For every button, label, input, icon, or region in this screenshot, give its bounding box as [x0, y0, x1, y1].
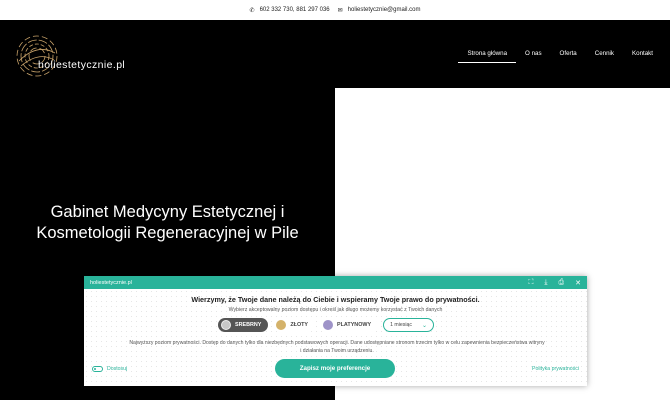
description-line-1: Najwyższy poziom prywatności. Dostęp do …: [129, 340, 545, 346]
toggle-icon: [92, 366, 103, 372]
chevron-down-icon: ⌄: [422, 322, 428, 329]
top-contact-bar: ✆ 602 332 730, 881 297 036 ✉ holiestetyc…: [0, 0, 670, 20]
cookie-header-actions: ⛶ ⤓ ⎙ ✕: [529, 279, 582, 287]
period-select[interactable]: 1 miesiąc ⌄: [383, 318, 435, 332]
cookie-title: Wierzymy, że Twoje dane należą do Ciebie…: [191, 295, 480, 304]
privacy-levels: SREBRNY ZŁOTY PLATYNOWY 1 miesiąc ⌄: [218, 318, 435, 332]
menu-item-home[interactable]: Strona główna: [458, 50, 516, 63]
gold-dot-icon: [276, 320, 287, 330]
main-navigation: holiestetycznie.pl Strona główna O nas O…: [0, 20, 670, 88]
level-platinum-button[interactable]: PLATYNOWY: [320, 318, 379, 332]
logo-text: holiestetycznie.pl: [38, 59, 126, 71]
cookie-footer: Dostosuj Zapisz moje preferencje Polityk…: [84, 359, 587, 381]
hero-title: Gabinet Medycyny Estetycznej i Kosmetolo…: [0, 202, 335, 244]
level-silver-button[interactable]: SREBRNY: [218, 318, 269, 332]
customize-toggle[interactable]: Dostosuj: [92, 366, 127, 372]
download-icon[interactable]: ⤓: [544, 279, 547, 287]
phone-numbers: 602 332 730, 881 297 036: [259, 7, 330, 13]
email-link[interactable]: holiestetycznie@gmail.com: [348, 7, 421, 13]
menu-item-about[interactable]: O nas: [516, 50, 551, 57]
phone-icon: ✆: [249, 7, 255, 14]
cookie-dialog-body: Wierzymy, że Twoje dane należą do Ciebie…: [84, 289, 587, 386]
silver-dot-icon: [221, 320, 231, 330]
close-icon[interactable]: ✕: [575, 279, 581, 287]
cookie-subtitle: Wybierz akceptowalny poziom dostępu i ok…: [228, 307, 443, 313]
hero-title-line-1: Gabinet Medycyny Estetycznej i: [50, 203, 285, 221]
period-value: 1 miesiąc: [390, 322, 412, 328]
expand-icon[interactable]: ⛶: [529, 279, 534, 287]
hero-title-line-2: Kosmetologii Regeneracyjnej w Pile: [36, 224, 299, 242]
menu-item-offer[interactable]: Oferta: [551, 50, 586, 57]
customize-label: Dostosuj: [107, 366, 128, 372]
platinum-dot-icon: [323, 320, 334, 330]
mail-icon: ✉: [337, 7, 343, 14]
menu: Strona główna O nas Oferta Cennik Kontak…: [458, 50, 662, 63]
cookie-dialog-header: holiestetycznie.pl ⛶ ⤓ ⎙ ✕: [84, 276, 587, 289]
save-preferences-button[interactable]: Zapisz moje preferencje: [275, 359, 395, 378]
menu-item-contact[interactable]: Kontakt: [623, 50, 662, 57]
privacy-level-description: Najwyższy poziom prywatności. Dostęp do …: [92, 339, 582, 355]
menu-item-pricing[interactable]: Cennik: [586, 50, 623, 57]
level-platinum-label: PLATYNOWY: [337, 322, 372, 328]
site-logo[interactable]: holiestetycznie.pl: [14, 32, 184, 80]
privacy-policy-link[interactable]: Polityka prywatności: [532, 366, 579, 372]
level-silver-label: SREBRNY: [235, 322, 262, 328]
level-gold-label: ZŁOTY: [290, 322, 309, 328]
level-gold-button[interactable]: ZŁOTY: [273, 318, 316, 332]
cookie-site-name: holiestetycznie.pl: [90, 279, 132, 286]
cookie-consent-dialog: holiestetycznie.pl ⛶ ⤓ ⎙ ✕ Wierzymy, że …: [84, 276, 587, 386]
logo-swirl-icon: [16, 35, 58, 77]
print-icon[interactable]: ⎙: [559, 279, 565, 287]
description-line-2: i działania na Twoim urządzeniu.: [300, 348, 374, 354]
